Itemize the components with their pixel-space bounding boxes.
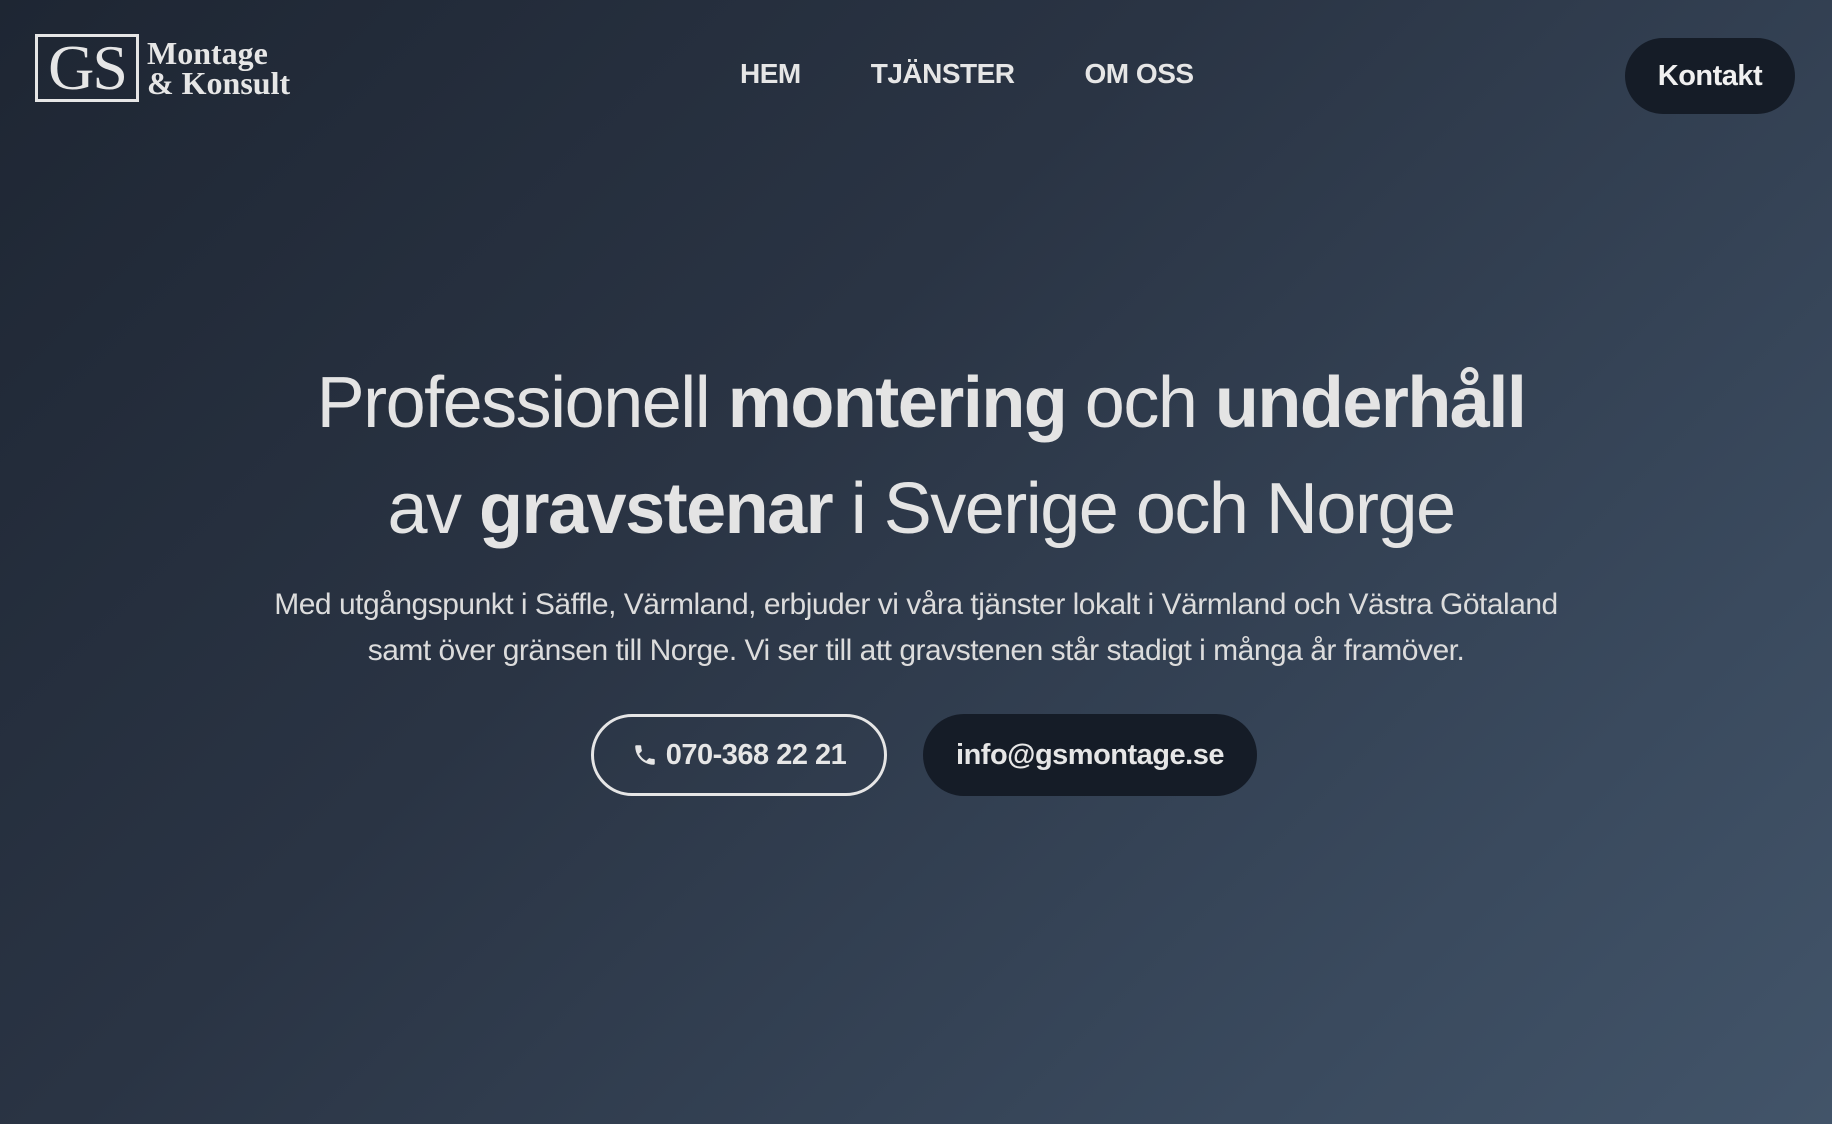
logo-mark: GS <box>35 34 139 102</box>
headline-text: av <box>387 469 479 549</box>
nav-item-hem[interactable]: HEM <box>740 58 801 90</box>
hero-subtext-line-1: Med utgångspunkt i Säffle, Värmland, erb… <box>274 588 1558 621</box>
cta-row: 070-368 22 21 info@gsmontage.se <box>0 714 1832 796</box>
logo-line-2: & Konsult <box>147 65 291 101</box>
headline-emphasis: montering <box>727 363 1068 443</box>
headline-emphasis: gravstenar <box>479 469 834 549</box>
contact-button[interactable]: Kontakt <box>1625 38 1795 114</box>
hero-headline: Professionell montering och underhåll av… <box>0 350 1832 562</box>
phone-label: 070-368 22 21 <box>665 738 847 771</box>
hero-subtext-line-2: samt över gränsen till Norge. Vi ser til… <box>367 634 1465 667</box>
logo-text: Montage & Konsult <box>147 35 291 101</box>
email-button[interactable]: info@gsmontage.se <box>923 714 1257 796</box>
headline-line-2: av gravstenar i Sverige och Norge <box>387 469 1456 549</box>
nav-item-om-oss[interactable]: OM OSS <box>1085 58 1195 90</box>
main-nav: HEM TJÄNSTER OM OSS <box>740 58 1194 90</box>
phone-icon <box>634 745 655 765</box>
logo[interactable]: GS Montage & Konsult <box>35 34 290 102</box>
hero-subtext: Med utgångspunkt i Säffle, Värmland, erb… <box>216 582 1616 674</box>
headline-line-1: Professionell montering och underhåll <box>316 363 1527 443</box>
headline-text: i Sverige och Norge <box>832 469 1456 549</box>
logo-line-1: Montage <box>147 35 268 71</box>
site-header: GS Montage & Konsult HEM TJÄNSTER OM OSS… <box>0 0 1832 155</box>
headline-emphasis: underhåll <box>1214 363 1527 443</box>
headline-text: och <box>1066 363 1215 443</box>
headline-text: Professionell <box>316 363 728 443</box>
hero-section: Professionell montering och underhåll av… <box>0 350 1832 674</box>
phone-button[interactable]: 070-368 22 21 <box>591 714 887 796</box>
nav-item-tjanster[interactable]: TJÄNSTER <box>871 58 1015 90</box>
